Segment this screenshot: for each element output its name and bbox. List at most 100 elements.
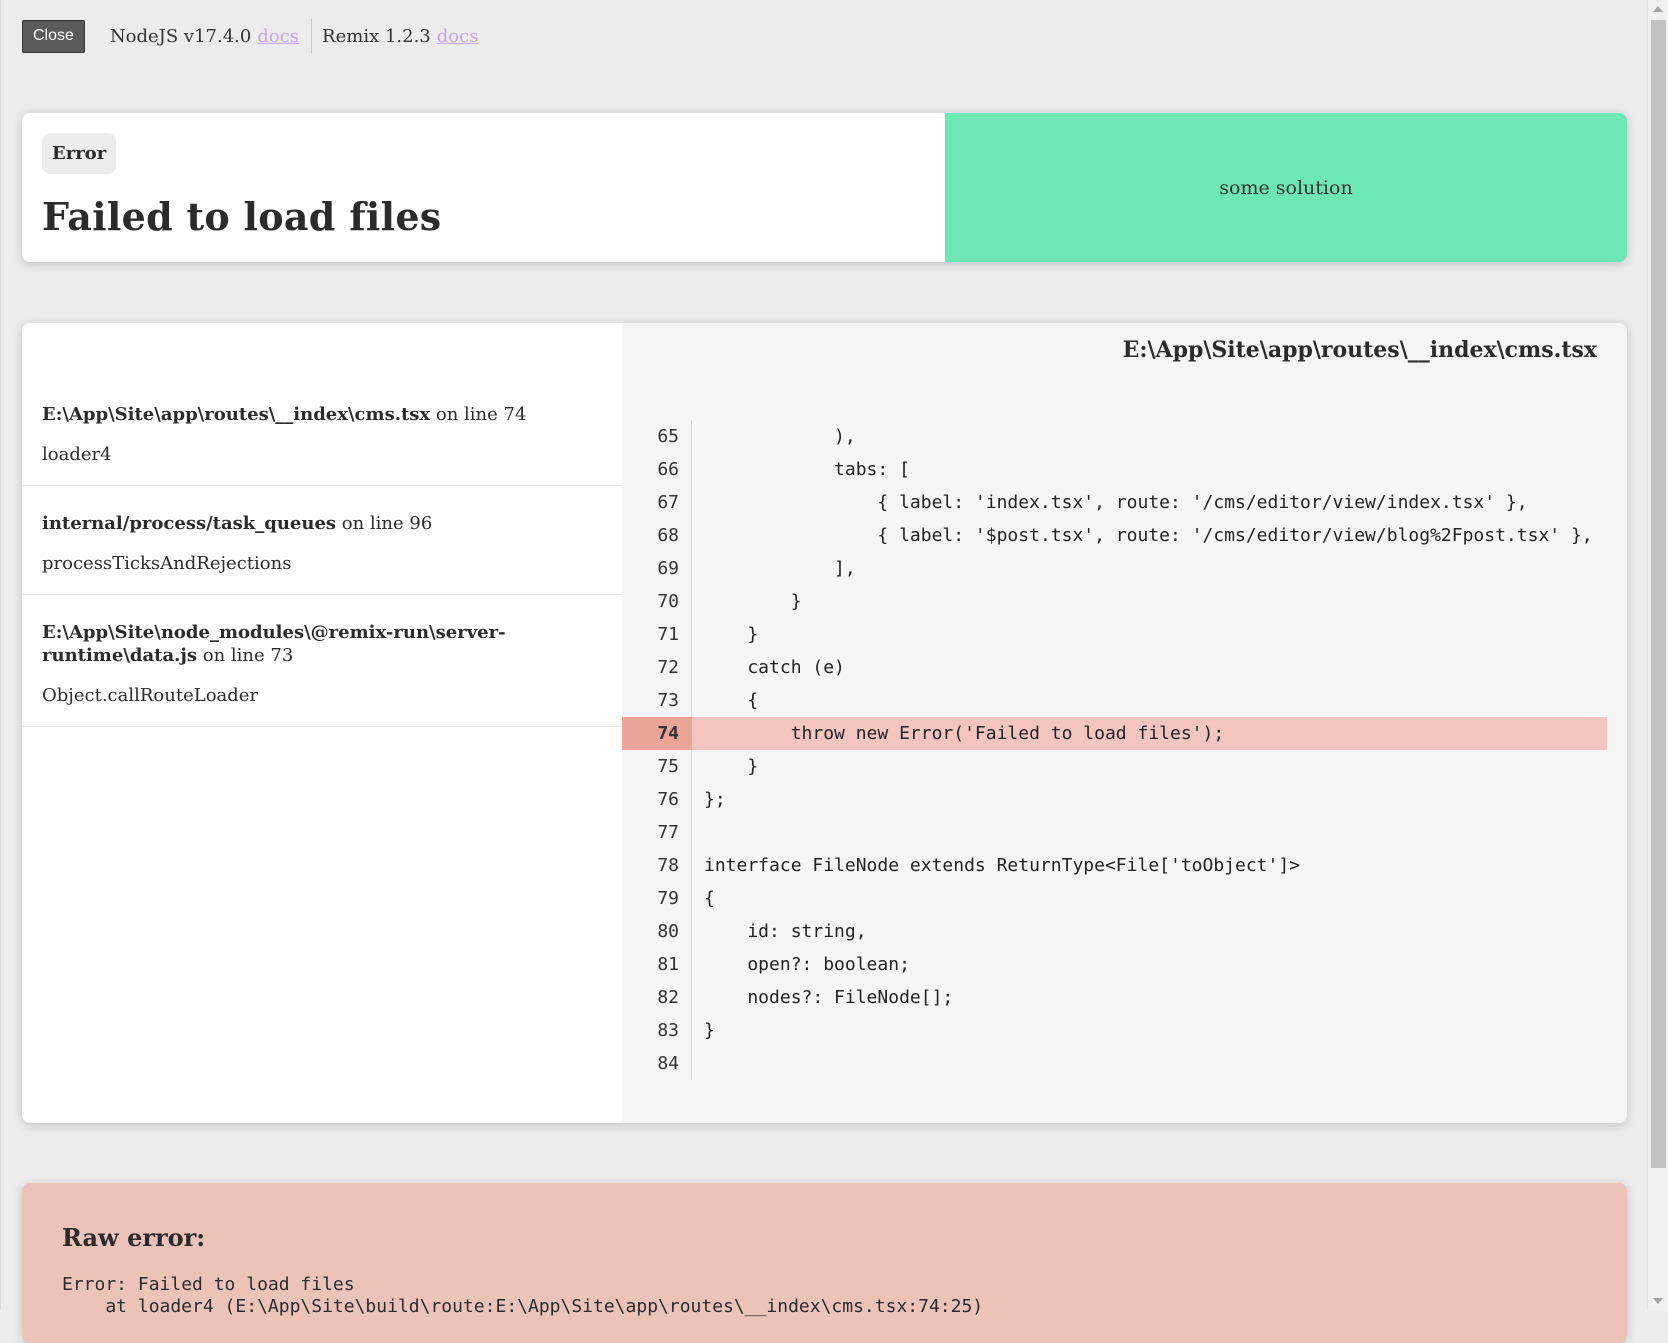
code-text: tabs: [ [704,459,910,480]
remix-version: Remix 1.2.3 docs [322,26,478,47]
frame-location: E:\App\Site\app\routes\__index\cms.tsx o… [42,403,602,426]
raw-error-title: Raw error: [62,1223,206,1252]
line-number: 68 [622,519,692,552]
code-line: 84 [622,1047,1607,1080]
code-line: 72 catch (e) [622,651,1607,684]
error-page: Close NodeJS v17.4.0 docs Remix 1.2.3 do… [0,0,1647,1343]
line-number: 67 [622,486,692,519]
code-line: 83} [622,1014,1607,1047]
line-number: 71 [622,618,692,651]
code-line: 66 tabs: [ [622,453,1607,486]
line-number: 82 [622,981,692,1014]
code-line: 68 { label: '$post.tsx', route: '/cms/ed… [622,519,1607,552]
code-text: } [704,1020,715,1041]
code-text: }; [704,789,726,810]
frame-line: on line 96 [336,513,433,534]
stack-frame[interactable]: E:\App\Site\node_modules\@remix-run\serv… [22,595,622,727]
code-line: 78 interface FileNode extends ReturnType<… [622,849,1607,882]
line-number: 65 [622,420,692,453]
remix-docs-link[interactable]: docs [437,26,479,47]
highlighted-code-line: 74 throw new Error('Failed to load files… [622,717,1607,750]
remix-version-label: Remix 1.2.3 [322,25,431,47]
frame-function: Object.callRouteLoader [42,685,259,706]
code-text: } [704,756,759,777]
frame-file: internal/process/task_queues [42,513,337,534]
line-number: 70 [622,585,692,618]
frame-function: loader4 [42,444,112,465]
stack-trace-card: E:\App\Site\app\routes\__index\cms.tsx o… [22,323,1627,1123]
solution-panel: some solution [945,113,1627,262]
vertical-scrollbar[interactable] [1647,0,1668,1310]
error-summary-card: Error Failed to load files some solution [22,113,1627,262]
code-text: catch (e) [704,657,845,678]
environment-info: NodeJS v17.4.0 docs Remix 1.2.3 docs [85,19,478,53]
raw-error-card: Raw error: Error: Failed to load files a… [22,1183,1627,1343]
code-text: { label: '$post.tsx', route: '/cms/edito… [704,525,1593,546]
scrollbar-thumb[interactable] [1651,20,1666,1168]
line-number: 73 [622,684,692,717]
node-version-label: NodeJS v17.4.0 [109,25,252,47]
solution-text: some solution [1219,176,1353,199]
chevron-up-icon[interactable] [1653,6,1663,12]
code-text: } [704,591,802,612]
code-text: open?: boolean; [704,954,910,975]
frame-file: E:\App\Site\app\routes\__index\cms.tsx [42,404,431,425]
code-line: 70 } [622,585,1607,618]
frame-location: internal/process/task_queues on line 96 [42,512,602,535]
line-number: 77 [622,816,692,849]
code-line: 81 open?: boolean; [622,948,1607,981]
node-version: NodeJS v17.4.0 docs [109,19,313,53]
code-line: 80 id: string, [622,915,1607,948]
code-line: 71 } [622,618,1607,651]
line-number: 75 [622,750,692,783]
error-message-title: Failed to load files [42,194,442,239]
code-line: 77 [622,816,1607,849]
code-line: 69 ], [622,552,1607,585]
code-text: { [704,690,759,711]
code-text: throw new Error('Failed to load files'); [704,723,1225,744]
code-line: 65 ), [622,420,1607,453]
line-number: 74 [622,717,692,750]
code-text: { [704,888,715,909]
error-summary: Error Failed to load files [22,113,945,262]
code-line: 76}; [622,783,1607,816]
code-line: 82 nodes?: FileNode[]; [622,981,1607,1014]
line-number: 76 [622,783,692,816]
code-line: 79 { [622,882,1607,915]
frame-line: on line 73 [197,645,294,666]
stack-frame[interactable]: E:\App\Site\app\routes\__index\cms.tsx o… [22,323,622,486]
error-type-badge: Error [42,133,117,174]
top-toolbar: Close NodeJS v17.4.0 docs Remix 1.2.3 do… [22,19,478,53]
frame-location: E:\App\Site\node_modules\@remix-run\serv… [42,621,602,667]
frame-line: on line 74 [430,404,527,425]
code-text: } [704,624,759,645]
line-number: 84 [622,1047,692,1080]
code-line: 75 } [622,750,1607,783]
node-docs-link[interactable]: docs [257,26,299,47]
code-text: ), [704,426,856,447]
line-number: 80 [622,915,692,948]
code-line: 67 { label: 'index.tsx', route: '/cms/ed… [622,486,1607,519]
raw-error-line: at loader4 (E:\App\Site\build\route:E:\A… [62,1296,984,1317]
chevron-down-icon[interactable] [1653,1298,1663,1304]
line-number: 69 [622,552,692,585]
code-preview: E:\App\Site\app\routes\__index\cms.tsx 6… [622,323,1627,1123]
line-number: 83 [622,1014,692,1047]
line-number: 66 [622,453,692,486]
code-file-path: E:\App\Site\app\routes\__index\cms.tsx [1122,337,1597,363]
code-text: nodes?: FileNode[]; [704,987,954,1008]
stack-frame[interactable]: internal/process/task_queues on line 96 … [22,486,622,595]
stack-frame-list: E:\App\Site\app\routes\__index\cms.tsx o… [22,323,622,1123]
line-number: 81 [622,948,692,981]
raw-error-line: Error: Failed to load files [62,1274,355,1295]
line-number: 72 [622,651,692,684]
code-text: id: string, [704,921,867,942]
code-line: 73 { [622,684,1607,717]
code-text: ], [704,558,856,579]
close-button[interactable]: Close [22,19,85,53]
line-number: 79 [622,882,692,915]
raw-error-text: Error: Failed to load files at loader4 (… [62,1274,983,1318]
frame-function: processTicksAndRejections [42,553,292,574]
code-text: interface FileNode extends ReturnType<Fi… [704,855,1301,876]
code-text: { label: 'index.tsx', route: '/cms/edito… [704,492,1528,513]
